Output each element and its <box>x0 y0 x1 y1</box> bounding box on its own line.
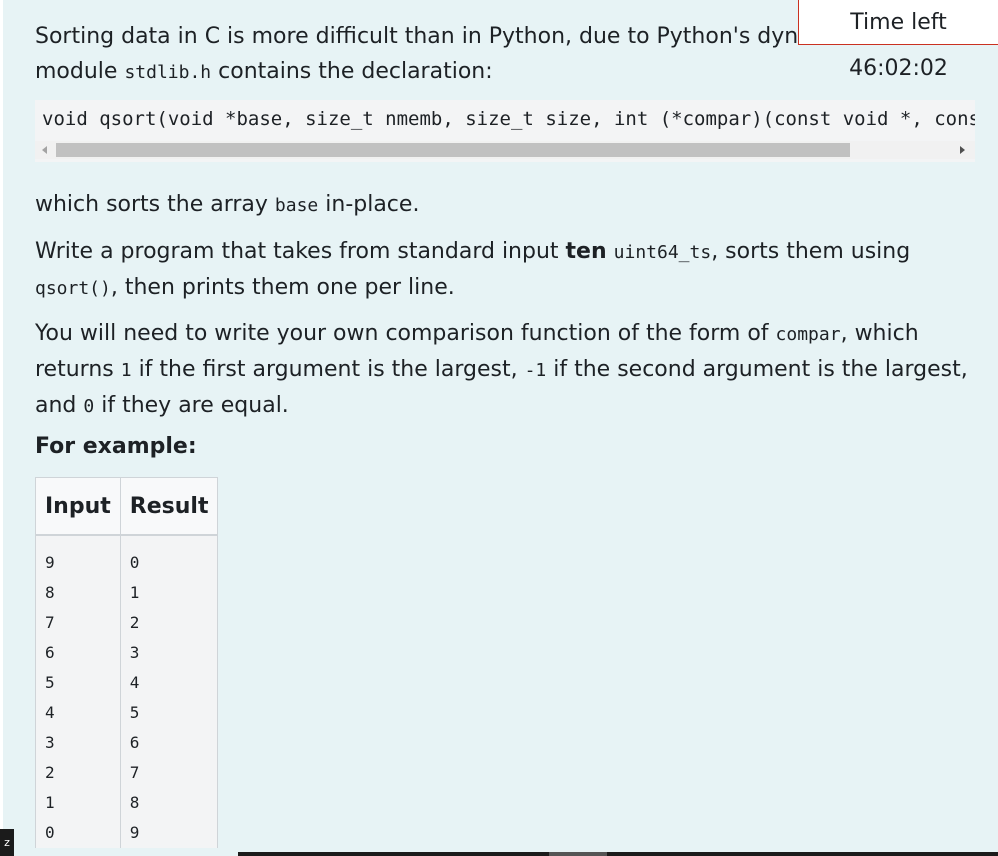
paragraph-compare: You will need to write your own comparis… <box>35 321 968 418</box>
example-heading: For example: <box>35 434 197 459</box>
result-line: 8 <box>129 793 140 812</box>
left-edge <box>0 0 3 856</box>
minus-one-code: -1 <box>524 360 547 381</box>
result-line: 1 <box>129 583 140 602</box>
uint64-code: uint64_ts <box>613 242 712 263</box>
result-line: 3 <box>129 643 140 662</box>
stdlib-header-code: stdlib.h <box>124 62 212 83</box>
paragraph-in-place: which sorts the array base in-place. <box>35 192 420 217</box>
result-cell: 0 1 2 3 4 5 6 7 8 9 <box>119 535 219 848</box>
result-line: 9 <box>129 823 140 842</box>
input-cell: 9 8 7 6 5 4 3 2 1 0 <box>35 535 121 848</box>
input-line: 8 <box>45 583 55 602</box>
qsort-code: qsort() <box>35 278 111 299</box>
input-line: 0 <box>45 823 55 842</box>
time-left-timer[interactable]: Time left 46:02:02 <box>798 0 998 81</box>
input-line: 4 <box>45 703 55 722</box>
input-line: 6 <box>45 643 55 662</box>
input-column-header: Input <box>35 477 121 536</box>
input-line: 7 <box>45 613 55 632</box>
zero-code: 0 <box>83 396 95 417</box>
scrollbar-thumb[interactable] <box>56 143 850 157</box>
corner-tag: z <box>0 829 14 856</box>
result-line: 5 <box>129 703 140 722</box>
result-line: 7 <box>129 763 140 782</box>
input-line: 1 <box>45 793 55 812</box>
result-lines: 0 1 2 3 4 5 6 7 8 9 <box>130 548 209 848</box>
result-line: 6 <box>129 733 140 752</box>
horizontal-scrollbar[interactable] <box>35 141 975 159</box>
ten-bold: ten <box>565 239 607 264</box>
result-line: 0 <box>129 553 140 572</box>
bottom-taskbar-strip <box>238 852 998 856</box>
declaration-code-block: void qsort(void *base, size_t nmemb, siz… <box>35 100 975 162</box>
qsort-declaration: void qsort(void *base, size_t nmemb, siz… <box>42 108 975 130</box>
result-line: 4 <box>129 673 140 692</box>
scroll-left-arrow-icon[interactable] <box>42 146 47 154</box>
result-column-header: Result <box>119 477 219 536</box>
input-line: 5 <box>45 673 55 692</box>
compar-code: compar <box>775 324 841 345</box>
input-lines: 9 8 7 6 5 4 3 2 1 0 <box>45 548 111 848</box>
input-line: 9 <box>45 553 55 572</box>
result-line: 2 <box>129 613 140 632</box>
input-line: 2 <box>45 763 55 782</box>
taskbar-segment <box>549 852 607 856</box>
table-header-row: Input Result <box>35 477 219 536</box>
base-code: base <box>274 195 319 216</box>
example-table: Input Result 9 8 7 6 5 4 3 2 1 0 0 1 2 3… <box>35 477 219 848</box>
table-row: 9 8 7 6 5 4 3 2 1 0 0 1 2 3 4 5 6 7 8 9 <box>35 535 219 848</box>
paragraph-task: Write a program that takes from standard… <box>35 239 911 300</box>
scroll-right-arrow-icon[interactable] <box>960 146 965 154</box>
input-line: 3 <box>45 733 55 752</box>
quiz-page: Sorting data in C is more difficult than… <box>0 0 998 856</box>
one-code: 1 <box>120 360 132 381</box>
